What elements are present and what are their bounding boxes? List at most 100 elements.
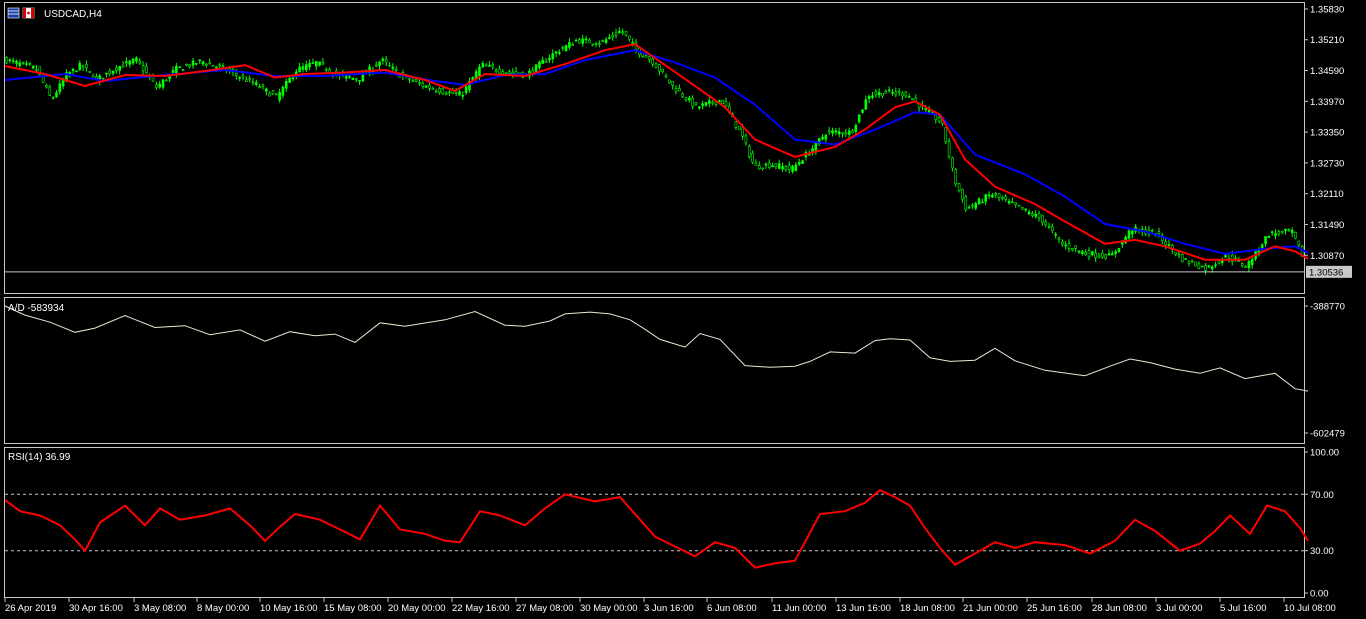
candle	[874, 89, 878, 98]
candle	[591, 43, 595, 47]
price-panel-frame[interactable]	[4, 2, 1305, 294]
candle	[754, 159, 758, 166]
candle	[78, 60, 82, 71]
candle	[971, 203, 974, 210]
candle	[827, 126, 831, 135]
candle	[981, 198, 984, 204]
candle	[324, 67, 328, 73]
candle	[424, 84, 428, 88]
candle	[181, 69, 185, 71]
time-tick-label: 21 Jun 00:00	[963, 603, 1018, 614]
ad-panel-frame[interactable]	[4, 297, 1305, 444]
candle	[668, 79, 671, 84]
candle	[771, 162, 774, 167]
candle	[707, 97, 711, 108]
candle	[135, 56, 138, 64]
candle	[757, 161, 761, 170]
candle	[844, 129, 848, 137]
candle	[1227, 254, 1231, 263]
candle	[867, 94, 871, 104]
candle	[994, 192, 998, 199]
price-tick-label: 1.30870	[1310, 251, 1344, 262]
candle	[185, 63, 188, 66]
time-tick-label: 15 May 08:00	[324, 603, 382, 614]
candle	[974, 201, 978, 211]
candle	[421, 80, 425, 90]
candle	[837, 127, 841, 138]
ad-indicator-line	[4, 305, 1309, 392]
candle	[1287, 228, 1291, 232]
candle	[21, 61, 25, 65]
candle	[1117, 247, 1121, 253]
candle	[75, 70, 78, 73]
time-tick-label: 20 May 00:00	[388, 603, 446, 614]
candle	[964, 194, 968, 213]
candle	[38, 66, 42, 76]
candle	[984, 193, 988, 206]
candle	[554, 50, 558, 58]
candle	[794, 162, 798, 172]
candle	[1064, 240, 1067, 250]
price-axis[interactable]: 1.35830 1.35210 1.34590 1.33970 1.33350 1.327…	[1304, 4, 1344, 262]
candle	[1294, 231, 1297, 240]
candle	[191, 57, 195, 69]
candle	[1131, 229, 1134, 239]
candle	[1297, 240, 1301, 248]
time-axis[interactable]: 26 Apr 2019 30 Apr 16:00 3 May 08:00 8 May …	[4, 597, 1336, 614]
candle	[584, 35, 588, 44]
ma-slow-line	[4, 49, 1309, 255]
candle	[35, 65, 38, 72]
candle	[624, 30, 628, 37]
candle	[764, 162, 768, 169]
candle	[258, 84, 261, 89]
candle	[1044, 219, 1047, 228]
candle	[954, 167, 958, 187]
candle	[1124, 235, 1127, 245]
price-tick-label: 1.32110	[1310, 189, 1344, 200]
candle	[831, 127, 834, 137]
candle	[138, 57, 142, 66]
candle	[274, 93, 278, 96]
candle	[737, 126, 741, 130]
candle	[268, 91, 271, 97]
candle	[581, 34, 585, 47]
candle	[871, 92, 874, 100]
candle	[1114, 249, 1117, 258]
candle	[18, 59, 22, 68]
candle	[85, 60, 88, 72]
ad-axis[interactable]: -388770 -602479	[1304, 302, 1345, 440]
candle	[847, 127, 851, 139]
candle	[594, 41, 598, 48]
candle	[444, 91, 448, 96]
candle	[851, 128, 854, 134]
rsi-panel-frame[interactable]	[4, 447, 1305, 598]
candle	[111, 70, 115, 76]
candle	[374, 61, 378, 68]
candle	[1160, 232, 1164, 245]
rsi-tick-label: 30.00	[1310, 546, 1334, 557]
price-tick-label: 1.33970	[1310, 97, 1344, 108]
candle	[1077, 250, 1081, 255]
candle	[1097, 252, 1101, 259]
candle	[511, 68, 515, 78]
ad-tick-label: -602479	[1310, 429, 1345, 440]
candle	[811, 145, 814, 156]
candle	[1081, 249, 1084, 256]
candle	[1247, 259, 1251, 272]
candle	[598, 40, 601, 48]
candle	[48, 84, 52, 97]
candle	[588, 38, 591, 44]
rsi-axis[interactable]: 100.00 70.00 30.00 0.00	[1304, 448, 1339, 600]
candle	[701, 100, 704, 110]
candle	[564, 44, 568, 52]
time-tick-label: 10 Jul 08:00	[1284, 603, 1336, 614]
candle	[1207, 264, 1211, 268]
candle	[714, 101, 718, 107]
candle	[997, 193, 1001, 202]
candle	[155, 81, 158, 90]
candle-series	[5, 27, 1304, 275]
candle	[1054, 232, 1057, 239]
candle	[1200, 265, 1204, 268]
trading-chart-canvas[interactable]: USDCAD,H4 1.358301.352101.345901.339701.…	[0, 0, 1366, 619]
candle	[1104, 253, 1107, 260]
